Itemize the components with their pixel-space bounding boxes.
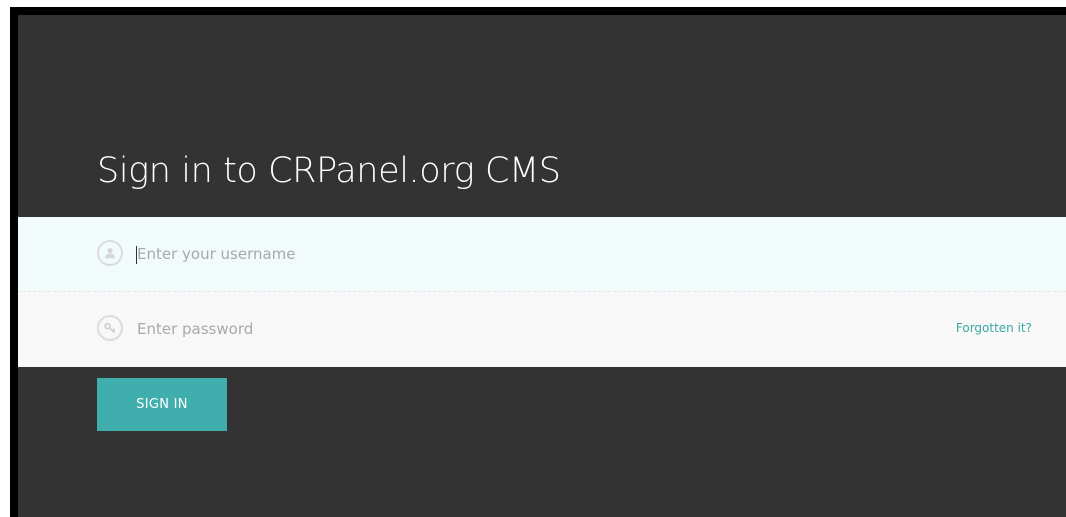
key-icon <box>97 315 123 341</box>
page-title: Sign in to CRPanel.org CMS <box>97 151 561 191</box>
user-icon <box>97 240 123 266</box>
screen: Sign in to CRPanel.org CMS Enter your us… <box>0 0 1066 517</box>
username-input[interactable] <box>133 239 917 269</box>
sign-in-button[interactable]: SIGN IN <box>97 378 227 431</box>
text-caret <box>136 246 137 264</box>
login-panel: Sign in to CRPanel.org CMS Enter your us… <box>18 15 1066 517</box>
username-field-row <box>18 217 1066 292</box>
forgot-password-link[interactable]: Forgotten it? <box>956 321 1032 335</box>
window-top-border <box>10 7 1066 15</box>
password-input[interactable] <box>133 314 917 344</box>
password-field-row: Forgotten it? <box>18 292 1066 367</box>
window-left-border <box>10 7 18 517</box>
